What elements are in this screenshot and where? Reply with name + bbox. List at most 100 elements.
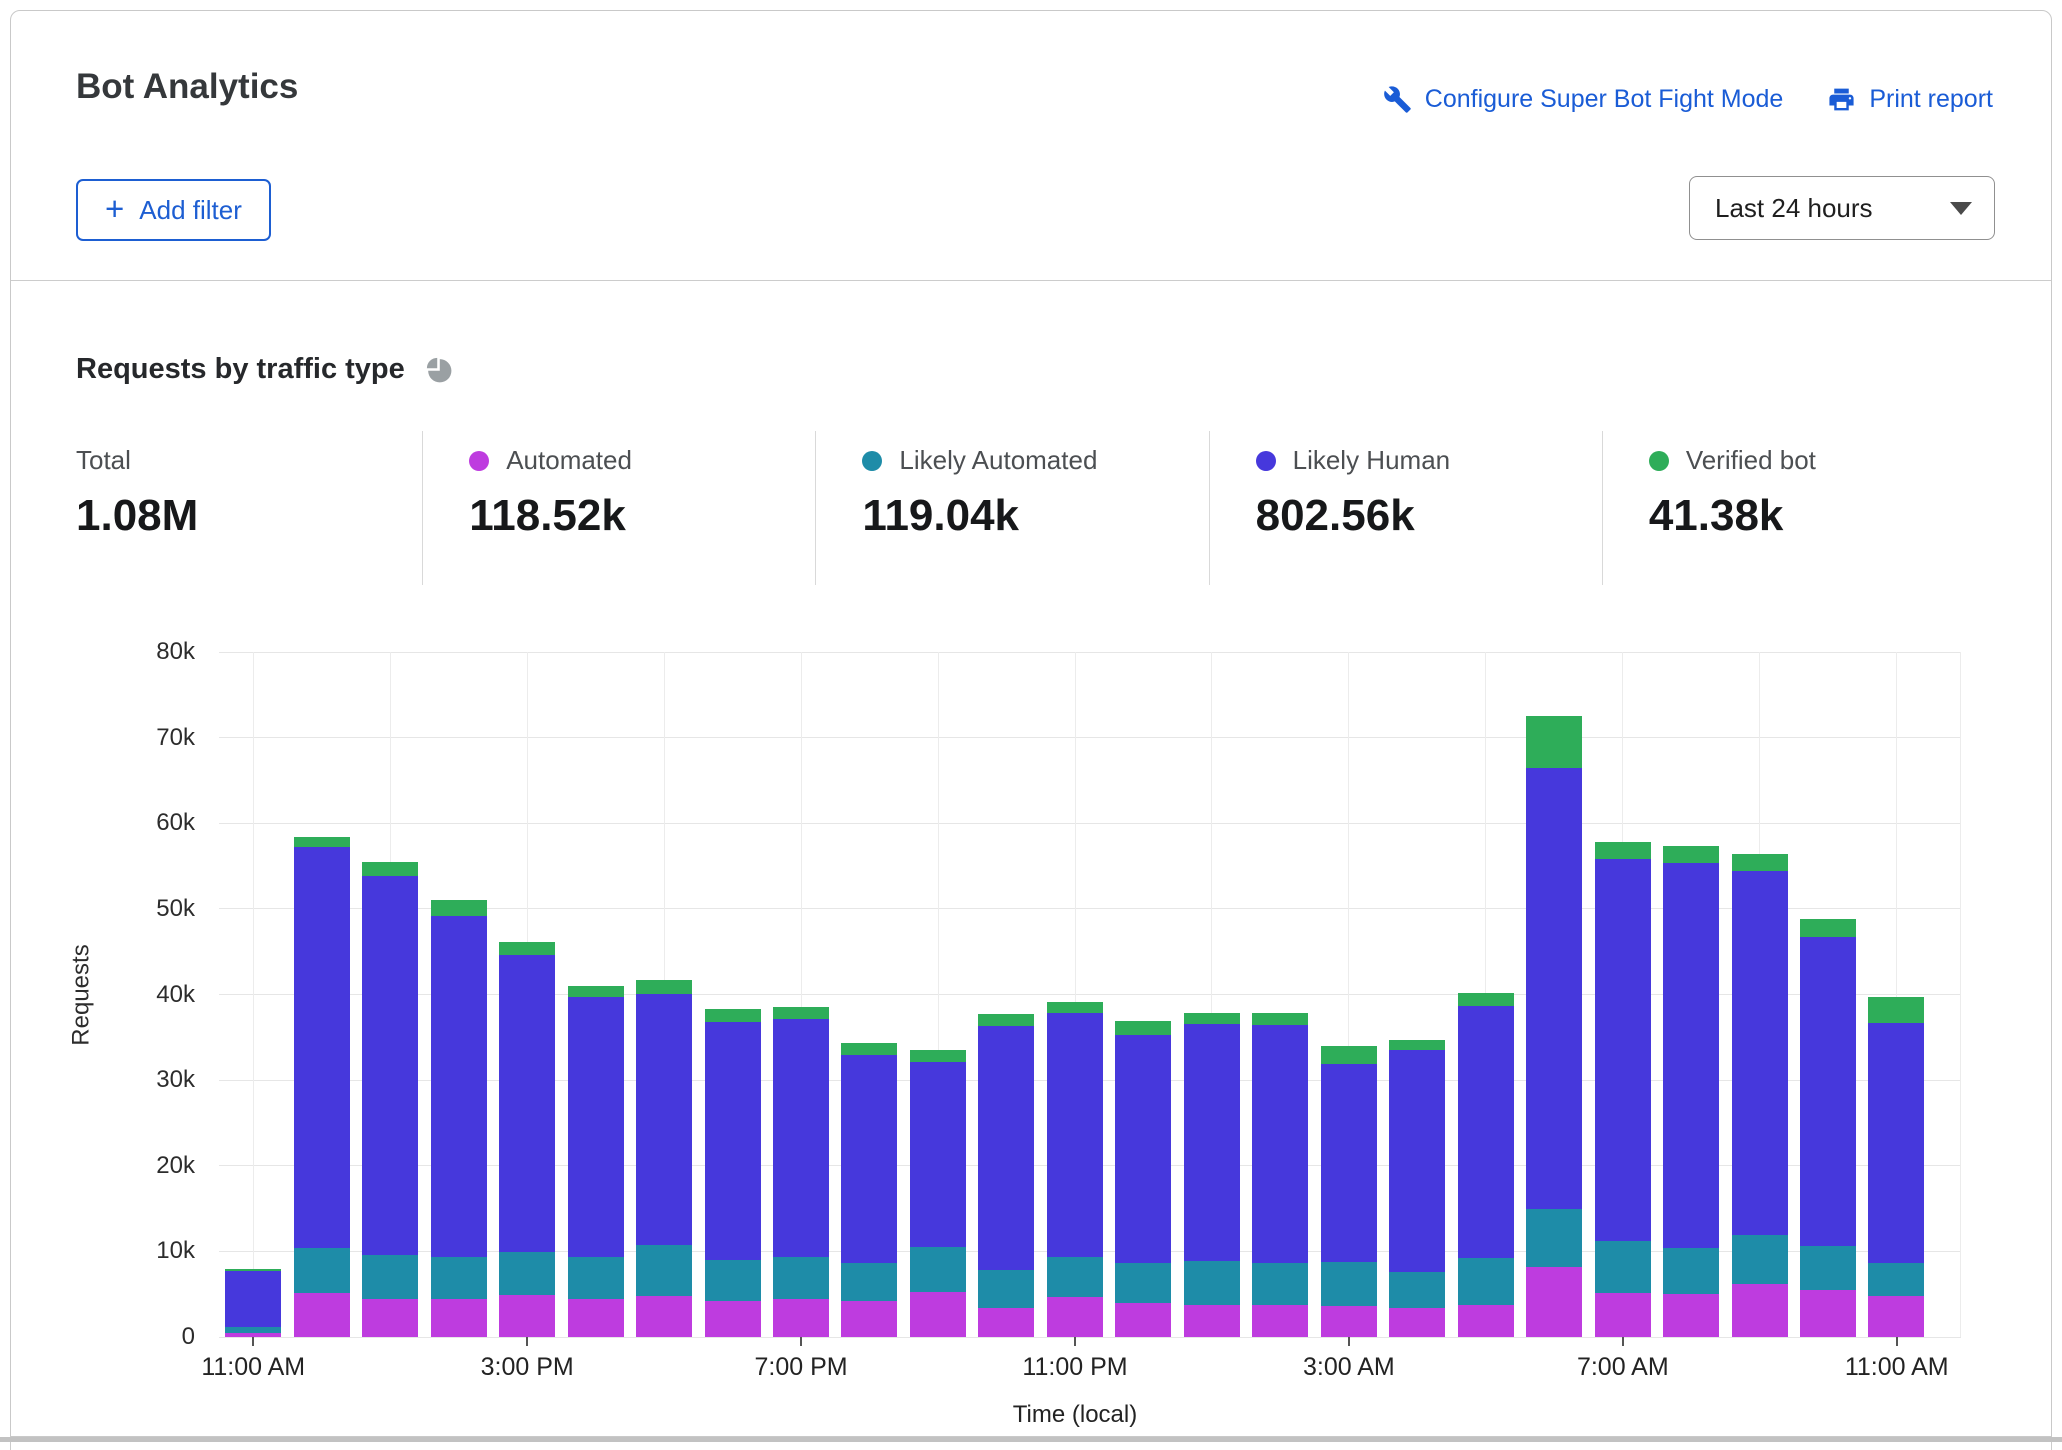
bar-segment-likely-automated[interactable]	[978, 1270, 1034, 1308]
bar-hour-24[interactable]	[1862, 997, 1930, 1337]
bar-segment-verified-bot[interactable]	[1047, 1002, 1103, 1012]
bar-segment-verified-bot[interactable]	[1663, 846, 1719, 862]
bar-segment-likely-human[interactable]	[1115, 1035, 1171, 1264]
bar-segment-automated[interactable]	[636, 1296, 692, 1337]
bar-segment-likely-human[interactable]	[978, 1026, 1034, 1270]
bar-segment-automated[interactable]	[1047, 1297, 1103, 1337]
bar-segment-verified-bot[interactable]	[499, 942, 555, 955]
bar-segment-likely-human[interactable]	[499, 955, 555, 1252]
bar-segment-automated[interactable]	[1252, 1305, 1308, 1338]
print-report-link[interactable]: Print report	[1827, 85, 1993, 114]
bar-hour-15[interactable]	[1246, 1013, 1314, 1337]
stacked-bar[interactable]	[499, 942, 555, 1337]
bar-segment-automated[interactable]	[910, 1292, 966, 1337]
stacked-bar[interactable]	[910, 1050, 966, 1337]
bar-hour-21[interactable]	[1657, 846, 1725, 1337]
bar-hour-9[interactable]	[835, 1043, 903, 1337]
bar-hour-3[interactable]	[424, 900, 492, 1337]
bar-segment-likely-automated[interactable]	[1868, 1263, 1924, 1296]
bar-segment-likely-human[interactable]	[1458, 1006, 1514, 1259]
bar-segment-likely-automated[interactable]	[1389, 1272, 1445, 1308]
bar-segment-likely-human[interactable]	[1868, 1023, 1924, 1264]
bar-segment-likely-human[interactable]	[1389, 1050, 1445, 1272]
stacked-bar[interactable]	[431, 900, 487, 1337]
stacked-bar[interactable]	[636, 980, 692, 1337]
stacked-bar[interactable]	[294, 837, 350, 1337]
bar-segment-automated[interactable]	[705, 1301, 761, 1337]
bar-hour-5[interactable]	[561, 986, 629, 1337]
bar-segment-verified-bot[interactable]	[1458, 993, 1514, 1006]
stacked-bar[interactable]	[1184, 1013, 1240, 1337]
bar-hour-16[interactable]	[1315, 1046, 1383, 1337]
bar-hour-7[interactable]	[698, 1009, 766, 1337]
bar-segment-verified-bot[interactable]	[910, 1050, 966, 1062]
bar-segment-automated[interactable]	[773, 1299, 829, 1338]
bar-segment-verified-bot[interactable]	[1252, 1013, 1308, 1026]
bar-segment-verified-bot[interactable]	[1115, 1021, 1171, 1035]
bar-segment-likely-automated[interactable]	[1321, 1262, 1377, 1307]
bar-segment-likely-human[interactable]	[1800, 937, 1856, 1246]
bar-segment-likely-automated[interactable]	[362, 1255, 418, 1299]
bar-segment-verified-bot[interactable]	[1184, 1013, 1240, 1024]
stacked-bar[interactable]	[1252, 1013, 1308, 1337]
bar-segment-likely-human[interactable]	[1047, 1013, 1103, 1258]
bar-hour-22[interactable]	[1725, 854, 1793, 1337]
bar-segment-likely-human[interactable]	[705, 1022, 761, 1260]
bar-segment-verified-bot[interactable]	[636, 980, 692, 994]
bar-segment-verified-bot[interactable]	[1321, 1046, 1377, 1064]
bar-segment-likely-human[interactable]	[1732, 871, 1788, 1235]
stacked-bar[interactable]	[1047, 1002, 1103, 1337]
bar-segment-automated[interactable]	[362, 1299, 418, 1338]
bar-hour-18[interactable]	[1451, 993, 1519, 1337]
bar-segment-likely-automated[interactable]	[1047, 1257, 1103, 1296]
bar-hour-6[interactable]	[630, 980, 698, 1337]
bar-segment-automated[interactable]	[1389, 1308, 1445, 1337]
bar-segment-likely-automated[interactable]	[1800, 1246, 1856, 1290]
stacked-bar[interactable]	[225, 1269, 281, 1337]
bar-hour-23[interactable]	[1794, 919, 1862, 1337]
bar-segment-verified-bot[interactable]	[1595, 842, 1651, 859]
stacked-bar[interactable]	[1389, 1040, 1445, 1337]
bar-segment-likely-automated[interactable]	[1458, 1258, 1514, 1304]
bar-segment-likely-human[interactable]	[841, 1055, 897, 1262]
bar-hour-8[interactable]	[767, 1007, 835, 1337]
stacked-bar[interactable]	[978, 1014, 1034, 1337]
bar-hour-12[interactable]	[1041, 1002, 1109, 1337]
time-range-select[interactable]: Last 24 hours	[1689, 176, 1995, 240]
bar-segment-likely-human[interactable]	[362, 876, 418, 1255]
stacked-bar[interactable]	[773, 1007, 829, 1337]
bar-segment-likely-automated[interactable]	[568, 1257, 624, 1299]
bar-segment-automated[interactable]	[1526, 1267, 1582, 1337]
bar-hour-11[interactable]	[972, 1014, 1040, 1337]
bar-segment-automated[interactable]	[1184, 1305, 1240, 1337]
bar-segment-likely-human[interactable]	[294, 847, 350, 1248]
bar-hour-17[interactable]	[1383, 1040, 1451, 1337]
bar-segment-likely-automated[interactable]	[636, 1245, 692, 1296]
bar-segment-likely-automated[interactable]	[841, 1263, 897, 1302]
bar-segment-automated[interactable]	[1321, 1306, 1377, 1337]
stacked-bar[interactable]	[1321, 1046, 1377, 1337]
stacked-bar[interactable]	[841, 1043, 897, 1337]
bar-segment-verified-bot[interactable]	[1868, 997, 1924, 1023]
bar-hour-2[interactable]	[356, 862, 424, 1337]
bar-segment-verified-bot[interactable]	[1732, 854, 1788, 871]
bar-segment-likely-automated[interactable]	[910, 1247, 966, 1292]
bar-segment-likely-human[interactable]	[1321, 1064, 1377, 1262]
bar-segment-likely-human[interactable]	[636, 994, 692, 1246]
bar-segment-automated[interactable]	[1732, 1284, 1788, 1337]
bar-hour-10[interactable]	[904, 1050, 972, 1337]
stacked-bar[interactable]	[568, 986, 624, 1337]
bar-segment-likely-automated[interactable]	[1184, 1261, 1240, 1306]
bar-segment-automated[interactable]	[294, 1293, 350, 1337]
bar-segment-automated[interactable]	[978, 1308, 1034, 1337]
bar-segment-likely-human[interactable]	[1526, 768, 1582, 1210]
bar-segment-automated[interactable]	[1868, 1296, 1924, 1337]
stacked-bar[interactable]	[1595, 842, 1651, 1337]
bar-segment-likely-automated[interactable]	[1663, 1248, 1719, 1294]
bar-segment-likely-automated[interactable]	[431, 1257, 487, 1299]
stacked-bar[interactable]	[1115, 1021, 1171, 1337]
bar-segment-likely-automated[interactable]	[1252, 1263, 1308, 1305]
bar-segment-likely-automated[interactable]	[1595, 1241, 1651, 1293]
bar-segment-likely-automated[interactable]	[773, 1257, 829, 1298]
stacked-bar[interactable]	[1663, 846, 1719, 1337]
